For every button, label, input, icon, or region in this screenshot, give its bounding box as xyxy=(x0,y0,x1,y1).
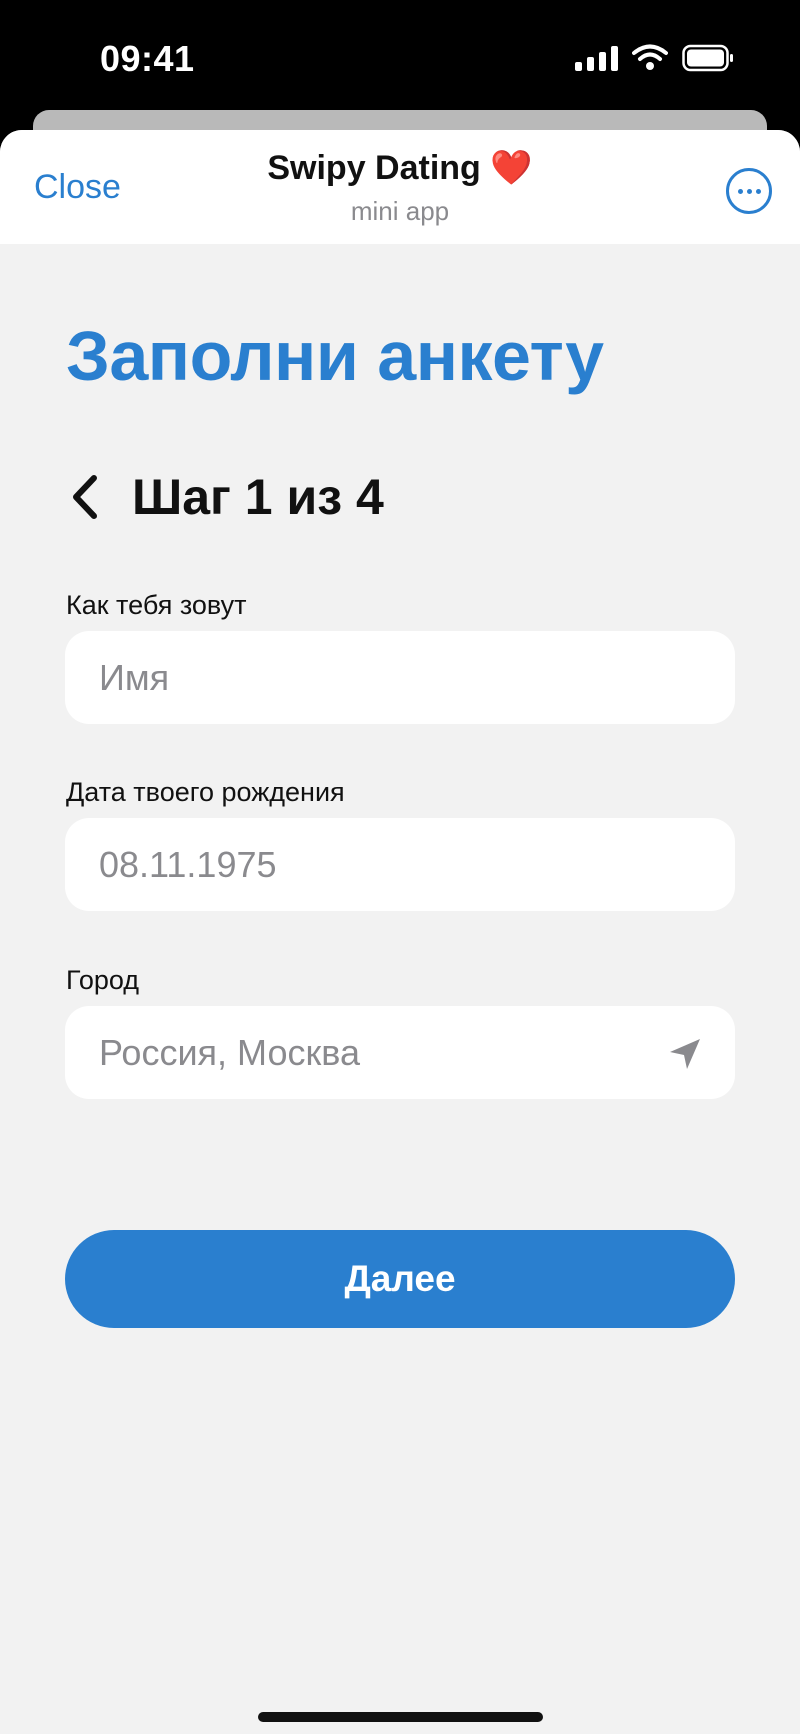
battery-icon xyxy=(682,44,733,72)
birthdate-input[interactable] xyxy=(65,818,735,911)
birthdate-field[interactable] xyxy=(65,818,735,911)
name-label: Как тебя зовут xyxy=(66,590,247,620)
mini-app-header: Close Swipy Dating ❤️ mini app xyxy=(0,130,800,244)
location-arrow-icon[interactable] xyxy=(667,1036,703,1072)
name-field[interactable] xyxy=(65,631,735,724)
app-title-text: Swipy Dating xyxy=(267,149,481,187)
birthdate-label: Дата твоего рождения xyxy=(66,777,345,807)
status-icons xyxy=(575,44,734,72)
page-title: Заполни анкету xyxy=(66,317,604,395)
status-time: 09:41 xyxy=(100,38,195,79)
heart-emoji: ❤️ xyxy=(490,149,533,187)
mini-app-sheet: Close Swipy Dating ❤️ mini app Заполни а… xyxy=(0,130,800,1734)
app-subtitle: mini app xyxy=(350,196,450,226)
city-input[interactable] xyxy=(65,1006,735,1099)
home-indicator xyxy=(258,1712,543,1722)
step-indicator: Шаг 1 из 4 xyxy=(66,468,384,526)
status-bar: 09:41 xyxy=(0,0,800,110)
wifi-icon xyxy=(632,44,668,70)
name-input[interactable] xyxy=(65,631,735,724)
back-chevron-icon[interactable] xyxy=(66,472,106,522)
cellular-signal-icon xyxy=(575,45,618,71)
more-options-icon[interactable] xyxy=(726,168,772,214)
city-label: Город xyxy=(66,965,140,995)
city-field[interactable] xyxy=(65,1006,735,1099)
next-button[interactable]: Далее xyxy=(65,1230,735,1328)
app-title: Swipy Dating ❤️ xyxy=(0,148,800,188)
step-text: Шаг 1 из 4 xyxy=(132,469,384,525)
